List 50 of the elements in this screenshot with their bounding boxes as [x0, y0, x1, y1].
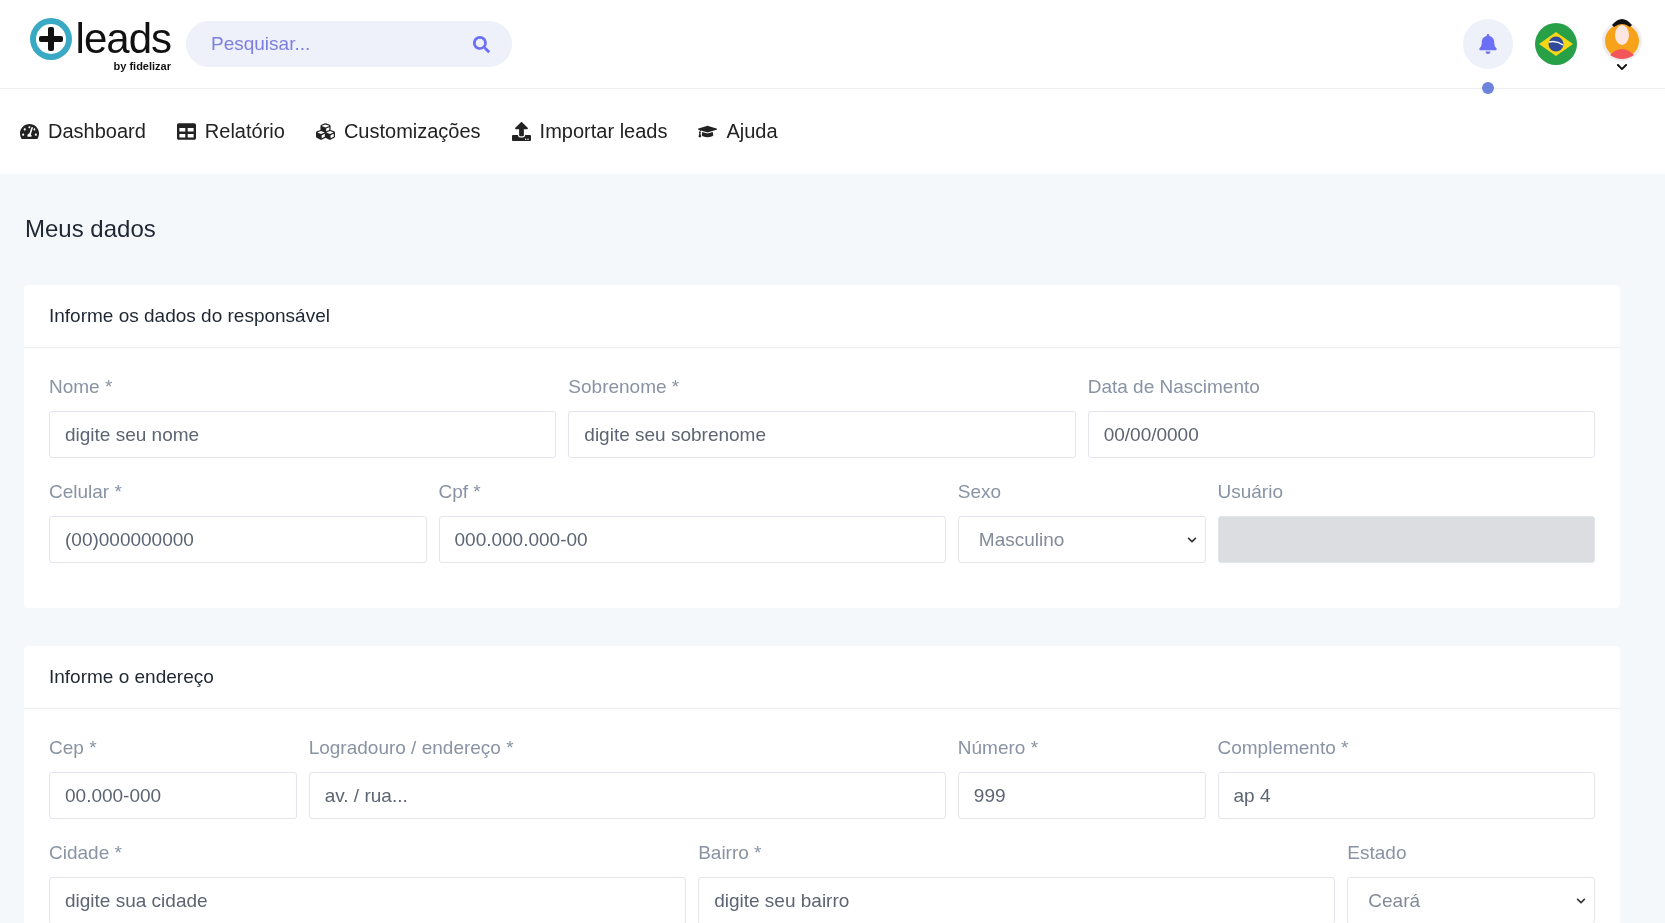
plus-logo-icon [27, 16, 74, 62]
field-label: Estado [1347, 842, 1408, 864]
search-icon[interactable] [473, 36, 490, 53]
nav-link[interactable]: Dashboard [20, 120, 146, 143]
chevron-down-icon[interactable] [1616, 61, 1628, 73]
field-label: Cidade * [49, 842, 123, 864]
field-label: Usuário [1217, 481, 1284, 503]
input-field[interactable]: ap 4 [1217, 772, 1595, 819]
logo-byline: by fidelizar [113, 60, 171, 72]
input-field[interactable]: digite seu sobrenome [568, 411, 1076, 458]
field-label: Sexo [957, 481, 1003, 503]
card-title: Informe os dados do responsável [49, 305, 330, 327]
nav-link[interactable]: Ajuda [698, 120, 778, 143]
upload-icon [511, 122, 531, 141]
nav-link[interactable]: Importar leads [511, 120, 668, 143]
field-label: Número * [957, 737, 1040, 759]
select-field[interactable]: Masculino [957, 516, 1206, 563]
field-label: Celular * [49, 481, 123, 503]
input-field[interactable]: 999 [957, 772, 1206, 819]
search-field[interactable]: Pesquisar... [186, 21, 512, 67]
card-title: Informe o endereço [49, 666, 214, 688]
input-field[interactable]: digite seu bairro [698, 877, 1336, 923]
flag-icon[interactable] [1535, 23, 1577, 65]
notification-dot [1482, 82, 1494, 94]
nav-link[interactable]: Relatório [176, 120, 285, 143]
field-label: Nome * [49, 376, 114, 398]
chevron-down-icon [1186, 534, 1197, 545]
input-field[interactable]: 00/00/0000 [1087, 411, 1595, 458]
input-field[interactable]: av. / rua... [308, 772, 946, 819]
page-title: Meus dados [25, 215, 157, 243]
nav-link[interactable]: Customizações [315, 120, 481, 143]
input-field[interactable]: digite sua cidade [49, 877, 687, 923]
field-label: Sobrenome * [568, 376, 681, 398]
logo-wordmark: leads [75, 18, 171, 60]
field-label: Logradouro / endereço * [308, 737, 515, 759]
table-icon [176, 122, 196, 141]
field-label: Data de Nascimento [1087, 376, 1261, 398]
field-label: Bairro * [698, 842, 763, 864]
chevron-down-icon [1576, 895, 1586, 906]
field-label: Cep * [49, 737, 98, 759]
cubes-icon [315, 122, 335, 141]
input-field[interactable]: 000.000.000-00 [438, 516, 946, 563]
field-label: Complemento * [1217, 737, 1350, 759]
input-field[interactable]: (00)000000000 [49, 516, 427, 563]
notification-button[interactable] [1463, 19, 1513, 69]
bell-icon [1478, 34, 1498, 54]
gauge-icon [20, 122, 39, 141]
input-field[interactable]: 00.000-000 [49, 772, 297, 819]
field-label: Cpf * [438, 481, 482, 503]
input-field[interactable]: digite seu nome [49, 411, 557, 458]
